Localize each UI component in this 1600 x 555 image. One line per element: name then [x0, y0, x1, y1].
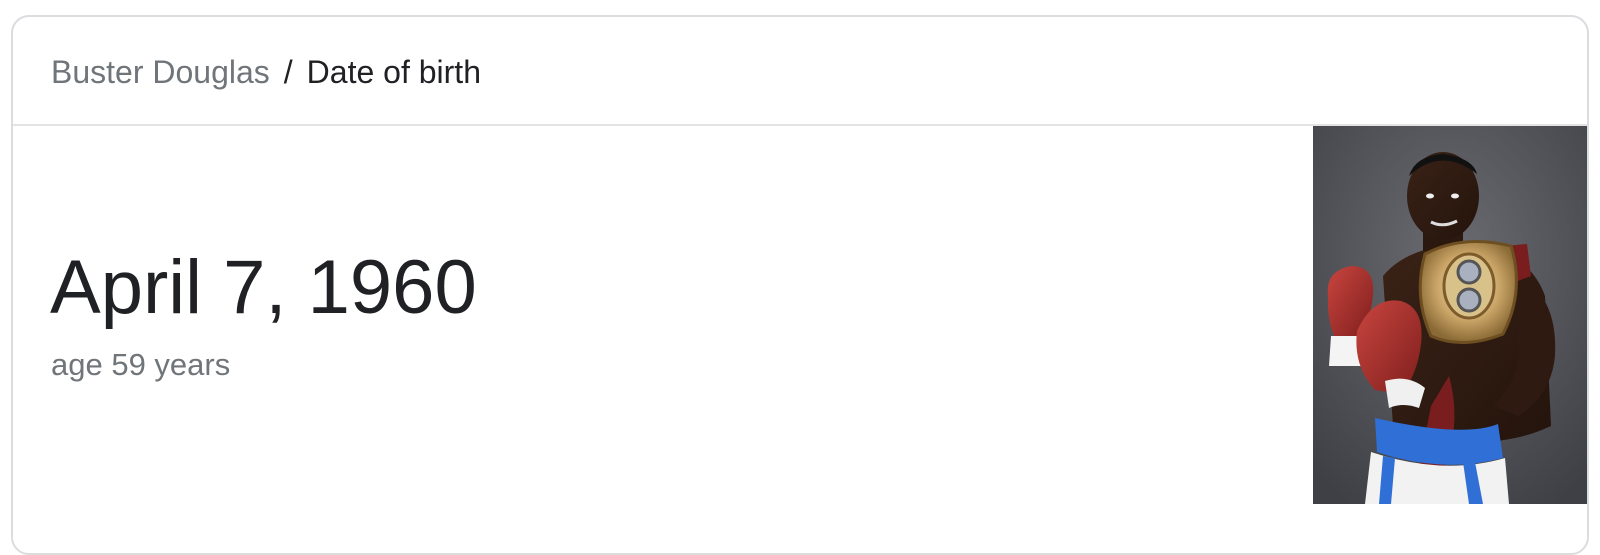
breadcrumb-bar: Buster Douglas / Date of birth: [13, 17, 1587, 126]
breadcrumb-current: Date of birth: [306, 54, 481, 90]
breadcrumb-parent-link[interactable]: Buster Douglas: [51, 54, 270, 90]
knowledge-card: Buster Douglas / Date of birth April 7, 19…: [11, 15, 1589, 555]
person-photo[interactable]: [1313, 126, 1587, 504]
birth-date-value: April 7, 1960: [50, 245, 477, 330]
age-subtext: age 59 years: [51, 347, 231, 382]
breadcrumb-separator: /: [283, 54, 293, 90]
boxer-photo-image: [1313, 126, 1587, 504]
breadcrumb: Buster Douglas / Date of birth: [51, 53, 481, 91]
